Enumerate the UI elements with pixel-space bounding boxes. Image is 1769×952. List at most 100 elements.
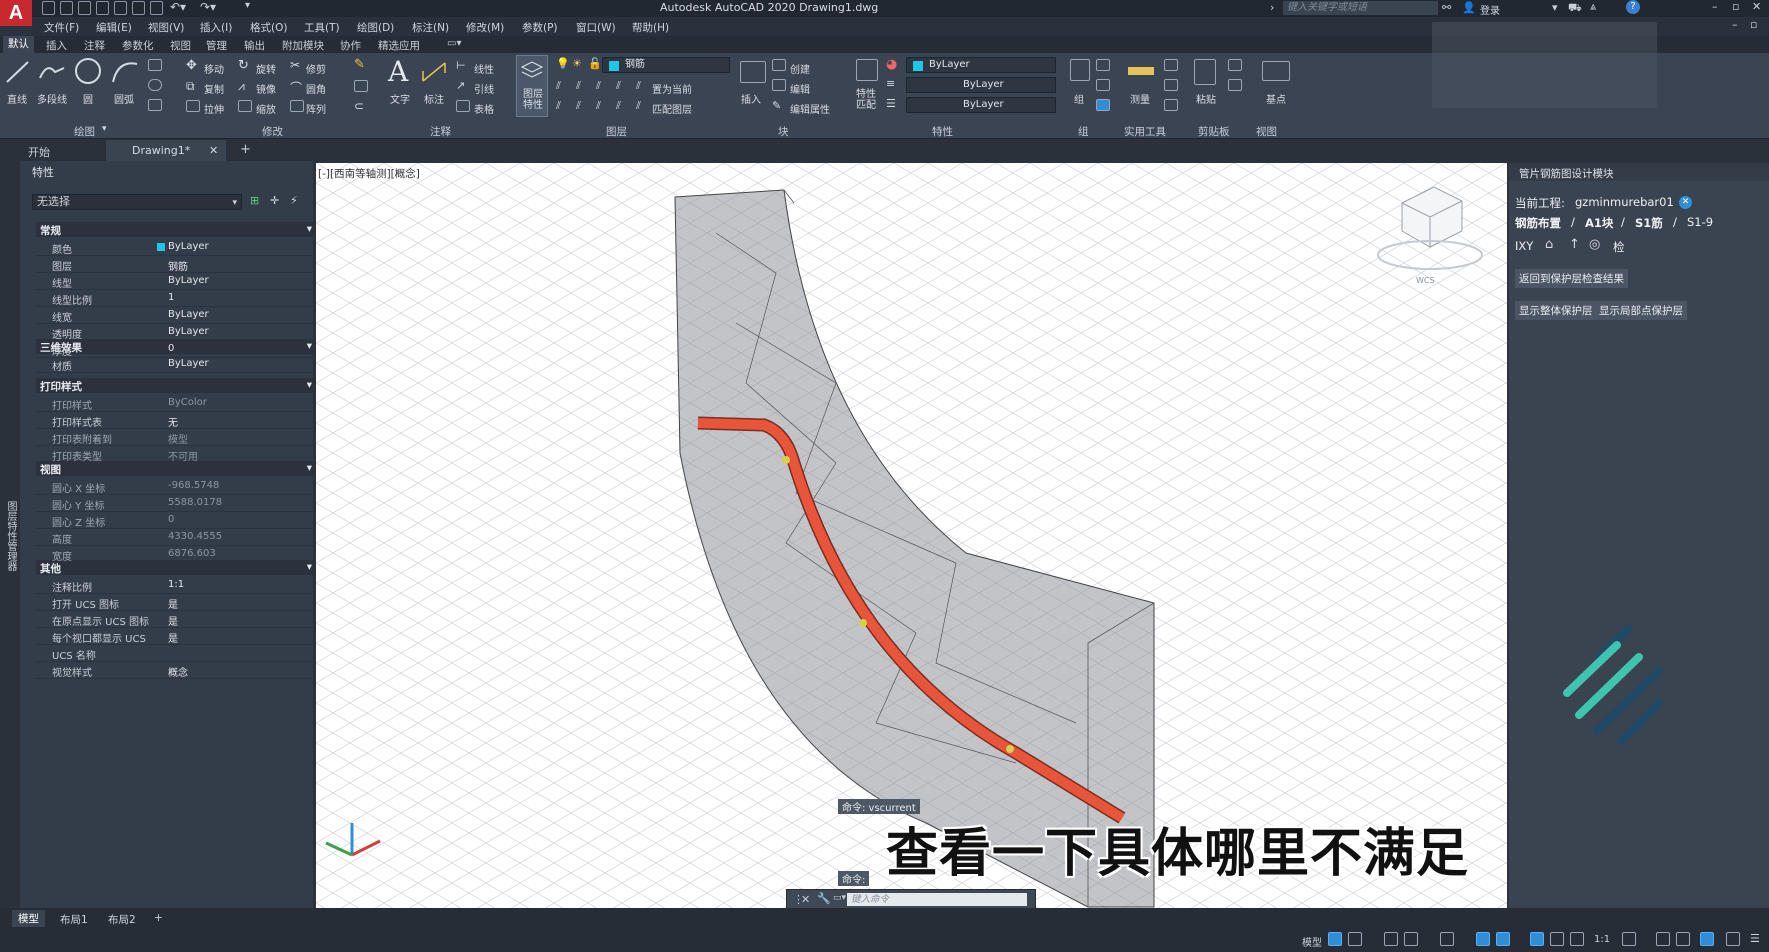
- linear-label[interactable]: 线性: [474, 61, 494, 76]
- menu-edit[interactable]: 编辑(E): [96, 20, 132, 35]
- tab-annotate[interactable]: 注释: [84, 38, 105, 53]
- new-tab-button[interactable]: +: [240, 142, 251, 157]
- property-row[interactable]: UCS 名称: [36, 645, 320, 662]
- layer-tool-4-icon[interactable]: ⫽: [616, 79, 621, 93]
- property-row[interactable]: 线宽 ByLayer: [36, 307, 320, 324]
- open-file-icon[interactable]: [60, 1, 73, 15]
- clipboard-panel-label[interactable]: 剪贴板: [1198, 124, 1230, 139]
- color-dropdown[interactable]: ByLayer: [906, 57, 1056, 73]
- create-block-icon[interactable]: [772, 59, 786, 71]
- snap-icon[interactable]: [1348, 932, 1362, 946]
- properties-panel-label[interactable]: 特性: [932, 124, 953, 139]
- section-view[interactable]: 视图 ▾: [36, 461, 320, 476]
- property-row[interactable]: 圆心 Y 坐标 5588.0178: [36, 495, 320, 512]
- property-row[interactable]: 视觉样式 概念: [36, 662, 320, 679]
- tab-start[interactable]: 开始: [28, 144, 50, 160]
- tab-featured-apps[interactable]: 精选应用: [378, 38, 420, 53]
- layer-lock-icon[interactable]: 🔓: [588, 57, 602, 70]
- group-edit-icon[interactable]: [1096, 79, 1110, 91]
- arc-icon[interactable]: [110, 58, 140, 86]
- fillet-label[interactable]: 圆角: [306, 81, 326, 96]
- property-value[interactable]: 5588.0178: [168, 497, 222, 508]
- trim-label[interactable]: 修剪: [306, 61, 326, 76]
- edit-attribute-icon[interactable]: ✎: [772, 99, 781, 112]
- layer-tool-6-icon[interactable]: ⫽: [576, 99, 581, 113]
- menu-format[interactable]: 格式(O): [250, 20, 287, 35]
- block-panel-label[interactable]: 块: [778, 124, 789, 139]
- property-value[interactable]: 是: [168, 630, 178, 645]
- breadcrumb-item[interactable]: S1-9: [1687, 215, 1713, 229]
- print-icon[interactable]: [150, 1, 163, 15]
- clear-project-icon[interactable]: ✕: [1679, 196, 1692, 209]
- property-row[interactable]: 透明度 ByLayer: [36, 324, 320, 341]
- tab-output[interactable]: 输出: [244, 38, 265, 53]
- property-row[interactable]: 圆心 Z 坐标 0: [36, 512, 320, 529]
- plus-icon[interactable]: [1656, 932, 1670, 946]
- annotation-visibility-icon[interactable]: [1530, 932, 1544, 946]
- layer-tool-5-icon[interactable]: ⫽: [556, 99, 561, 113]
- quick-select-icon[interactable]: [1164, 59, 1178, 71]
- property-row[interactable]: 每个视口都显示 UCS 是: [36, 628, 320, 645]
- layer-on-icon[interactable]: 💡: [556, 57, 570, 70]
- show-local-cover-button[interactable]: 显示局部点保护层: [1595, 301, 1687, 320]
- undo-icon[interactable]: ↶▾: [170, 0, 186, 14]
- cube-tool-icon[interactable]: ⌂: [1545, 237, 1553, 252]
- tab-model[interactable]: 模型: [12, 910, 45, 927]
- property-value[interactable]: 6876.603: [168, 548, 216, 559]
- group-icon[interactable]: [1070, 59, 1090, 81]
- property-value[interactable]: ByLayer: [168, 275, 209, 286]
- breadcrumb-bar[interactable]: S1筋: [1635, 215, 1663, 231]
- autodesk-app-icon[interactable]: ⩓: [1590, 0, 1596, 14]
- base-view-icon[interactable]: [1262, 61, 1290, 81]
- copy-icon[interactable]: ⧉: [186, 79, 195, 94]
- array-icon[interactable]: [290, 100, 304, 112]
- menu-tools[interactable]: 工具(T): [304, 20, 340, 35]
- edit-attribute-label[interactable]: 编辑属性: [790, 101, 830, 116]
- insert-block-icon[interactable]: [740, 61, 766, 83]
- cmd-recent-icon[interactable]: ▭▾: [833, 893, 846, 903]
- property-row[interactable]: 颜色 ByLayer: [36, 239, 320, 256]
- property-row[interactable]: 打印样式 ByColor: [36, 395, 320, 412]
- set-current-icon[interactable]: ⫽: [636, 79, 641, 93]
- target-icon[interactable]: ◎: [1589, 237, 1600, 252]
- tab-layout1[interactable]: 布局1: [60, 912, 88, 927]
- layer-tool-7-icon[interactable]: ⫽: [596, 99, 601, 113]
- breadcrumb-block[interactable]: A1块: [1585, 215, 1613, 231]
- property-row[interactable]: 线型比例 1: [36, 290, 320, 307]
- calculator-icon[interactable]: [1164, 79, 1178, 91]
- arrow-up-icon[interactable]: ↑: [1569, 237, 1580, 252]
- selection-dropdown[interactable]: 无选择 ▾: [32, 194, 242, 210]
- rectangle-icon[interactable]: [148, 59, 162, 71]
- breadcrumb-rebar-layout[interactable]: 钢筋布置: [1515, 215, 1561, 231]
- property-value[interactable]: ByColor: [168, 397, 207, 408]
- layer-freeze-icon[interactable]: ☀: [572, 57, 582, 70]
- tab-layout2[interactable]: 布局2: [108, 912, 136, 927]
- leader-label[interactable]: 引线: [474, 81, 494, 96]
- property-row[interactable]: 高度 4330.4555: [36, 529, 320, 546]
- chevron-right-icon[interactable]: ›: [1270, 1, 1274, 14]
- color-wheel-icon[interactable]: ◕: [886, 57, 897, 72]
- property-value[interactable]: ByLayer: [168, 326, 209, 337]
- set-current-label[interactable]: 置为当前: [652, 81, 692, 96]
- new-file-icon[interactable]: [42, 1, 55, 15]
- array-label[interactable]: 阵列: [306, 101, 326, 116]
- section-general[interactable]: 常规 ▾: [36, 222, 320, 237]
- command-input[interactable]: 键入命令: [847, 893, 1027, 906]
- isolate-icon[interactable]: [1676, 932, 1690, 946]
- menu-file[interactable]: 文件(F): [44, 20, 79, 35]
- rotate-label[interactable]: 旋转: [256, 61, 276, 76]
- dropdown-icon[interactable]: ▾: [1552, 1, 1558, 14]
- circle-icon[interactable]: [73, 56, 103, 86]
- wcs-label[interactable]: WCS: [1416, 276, 1435, 285]
- clean-screen-icon[interactable]: [1726, 932, 1740, 946]
- linear-icon[interactable]: ⊢: [456, 59, 466, 72]
- edit-block-icon[interactable]: [772, 79, 786, 91]
- login-link[interactable]: 登录: [1480, 2, 1500, 17]
- layer-tool-1-icon[interactable]: ⫽: [556, 79, 561, 93]
- text-icon[interactable]: A: [388, 55, 408, 88]
- ellipse-icon[interactable]: [148, 79, 162, 91]
- move-label[interactable]: 移动: [204, 61, 224, 76]
- table-icon[interactable]: [456, 100, 470, 112]
- property-value[interactable]: 1: [168, 292, 174, 303]
- check-tool[interactable]: 检: [1613, 239, 1625, 255]
